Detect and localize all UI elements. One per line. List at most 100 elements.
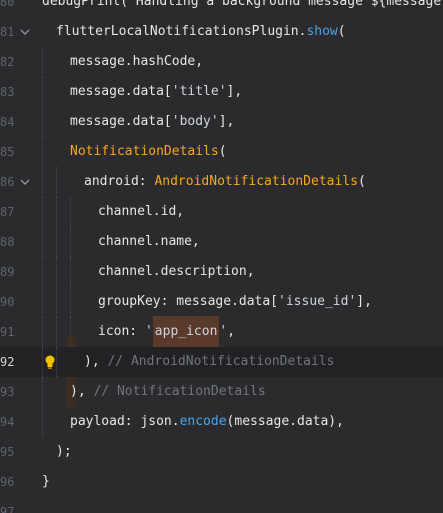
code-text: channel.id,	[98, 204, 185, 219]
code-token: message.data[	[70, 114, 172, 129]
line-number: 87	[0, 205, 15, 219]
indent-guide	[56, 287, 58, 317]
code-line[interactable]: 96}	[0, 467, 443, 497]
code-token: icon:	[98, 324, 145, 339]
indent-guide	[42, 197, 44, 227]
line-number: 95	[0, 445, 15, 459]
line-number: 83	[0, 85, 15, 99]
indent-guide	[70, 287, 72, 317]
code-token: groupKey: message.data[	[98, 294, 279, 309]
code-token: (	[337, 24, 346, 39]
code-line[interactable]: 85 NotificationDetails(	[0, 137, 443, 167]
indent-guide	[42, 317, 44, 347]
code-token: // NotificationDetails	[93, 384, 266, 399]
code-token: message.data[	[70, 84, 172, 99]
code-text: payload: json.encode(message.data),	[70, 407, 344, 437]
indent-guide	[42, 107, 44, 137]
indent-guide	[56, 257, 58, 287]
code-token: 'body'	[171, 114, 219, 129]
code-line[interactable]: 95);	[0, 437, 443, 467]
code-token: (message.data),	[226, 414, 344, 429]
code-text: message.data['body'],	[70, 107, 234, 137]
code-token: ],	[218, 114, 235, 129]
code-token: app_icon	[152, 316, 220, 347]
code-token: ],	[226, 84, 243, 99]
code-token: encode	[179, 414, 227, 429]
line-number: 82	[0, 55, 15, 69]
code-line[interactable]: 92), // AndroidNotificationDetails	[0, 347, 443, 377]
line-number: 93	[0, 385, 15, 399]
code-text: icon: ' app_icon ',	[98, 316, 236, 347]
line-number: 81	[0, 25, 15, 39]
indent-guide	[70, 317, 72, 347]
line-number: 80	[0, 0, 15, 9]
code-token: // AndroidNotificationDetails	[107, 354, 335, 369]
code-text: NotificationDetails(	[70, 137, 227, 167]
indent-guide	[42, 47, 44, 77]
code-editor[interactable]: 80 debugPrint('Handling a background mess…	[0, 0, 443, 513]
chevron-down-icon[interactable]	[20, 178, 30, 186]
chevron-down-icon[interactable]	[20, 28, 30, 36]
code-token: (	[357, 174, 366, 189]
indent-guide	[56, 227, 58, 257]
indent-guide	[56, 197, 58, 227]
code-text: android: AndroidNotificationDetails(	[84, 167, 366, 197]
line-number: 91	[0, 325, 15, 339]
code-token: payload: json.	[70, 414, 180, 429]
code-text: message.data['title'],	[70, 77, 242, 107]
indent-guide	[70, 197, 72, 227]
code-text: groupKey: message.data['issue_id'],	[98, 287, 372, 317]
code-token: show	[306, 24, 338, 39]
code-line[interactable]: 86 android: AndroidNotificationDetails(	[0, 167, 443, 197]
code-line[interactable]: 83 message.data['title'],	[0, 77, 443, 107]
code-line[interactable]: 81 flutterLocalNotificationsPlugin.show(	[0, 17, 443, 47]
code-text: channel.name,	[98, 234, 200, 249]
code-token: ),	[84, 354, 108, 369]
code-token: ,	[227, 324, 236, 339]
code-line[interactable]: 90 groupKey: message.data['issue_id'],	[0, 287, 443, 317]
line-number: 94	[0, 415, 15, 429]
code-line[interactable]: 80 debugPrint('Handling a background mess…	[0, 0, 443, 17]
indent-guide	[42, 167, 44, 197]
code-line[interactable]: 87 channel.id,	[0, 197, 443, 227]
indent-guide	[70, 257, 72, 287]
indent-guide	[42, 257, 44, 287]
code-line[interactable]: 97	[0, 497, 443, 513]
line-number: 89	[0, 265, 15, 279]
code-line[interactable]: 89 channel.description,	[0, 257, 443, 287]
code-token: NotificationDetails	[70, 144, 219, 159]
code-token: 'title'	[171, 84, 227, 99]
line-number: 96	[0, 475, 15, 489]
code-token: ],	[356, 294, 372, 309]
line-number: 92	[0, 355, 15, 369]
code-token: (	[218, 144, 227, 159]
code-line[interactable]: 88 channel.name,	[0, 227, 443, 257]
code-token: 'issue_id'	[278, 294, 357, 309]
code-line[interactable]: 82 message.hashCode,	[0, 47, 443, 77]
indent-guide	[42, 77, 44, 107]
line-number: 88	[0, 235, 15, 249]
code-text: message.hashCode,	[70, 54, 204, 69]
code-line[interactable]: 94 payload: json.encode(message.data),	[0, 407, 443, 437]
code-line[interactable]: 93), // NotificationDetails	[0, 377, 443, 407]
line-number: 85	[0, 145, 15, 159]
code-text: channel.description,	[98, 264, 255, 279]
code-line[interactable]: 84 message.data['body'],	[0, 107, 443, 137]
line-number: 84	[0, 115, 15, 129]
code-text: );	[56, 444, 72, 459]
line-number: 86	[0, 175, 15, 189]
line-number: 97	[0, 505, 15, 513]
indent-guide	[56, 347, 58, 377]
indent-guide	[56, 167, 58, 197]
code-token: ),	[70, 384, 94, 399]
indent-guide	[42, 227, 44, 257]
code-token: '	[144, 324, 153, 339]
indent-guide	[42, 377, 44, 407]
code-token: flutterLocalNotificationsPlugin.	[56, 24, 307, 39]
indent-guide	[42, 137, 44, 167]
code-text: debugPrint('Handling a background messag…	[42, 0, 443, 9]
code-line[interactable]: 91 icon: ' app_icon ',	[0, 316, 443, 347]
code-text: ), // AndroidNotificationDetails	[84, 347, 334, 377]
indent-guide	[42, 287, 44, 317]
lightbulb-icon[interactable]	[44, 355, 56, 369]
